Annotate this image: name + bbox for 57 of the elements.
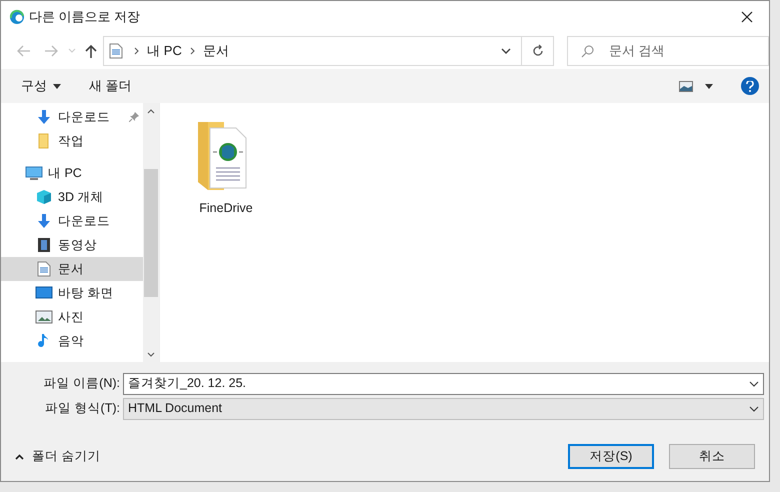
search-field[interactable]: 문서 검색 <box>567 36 770 66</box>
landscape-thumbnail-icon <box>679 80 693 92</box>
refresh-button[interactable] <box>522 36 554 66</box>
file-type-dropdown[interactable]: HTML Document <box>123 398 764 420</box>
chevron-down-icon[interactable] <box>147 352 155 357</box>
computer-icon <box>25 165 43 181</box>
chevron-icon <box>134 46 140 54</box>
document-icon <box>37 261 51 277</box>
sidebar-item[interactable]: 동영상 <box>1 233 143 257</box>
chevron-down-icon <box>501 48 512 54</box>
sidebar-item[interactable]: 다운로드 <box>1 105 143 129</box>
sidebar-item[interactable]: 사진 <box>1 305 143 329</box>
address-bar[interactable]: 내 PC 문서 <box>103 36 522 66</box>
forward-arrow-icon <box>44 44 58 56</box>
caret-down-icon <box>705 84 713 88</box>
search-icon <box>581 44 594 58</box>
caret-down-icon <box>53 84 61 88</box>
question-mark-icon <box>746 80 754 92</box>
dialog-button[interactable]: 취소 <box>669 444 755 469</box>
sidebar-item[interactable]: 문서 <box>1 257 143 281</box>
up-arrow-icon <box>84 44 97 58</box>
sidebar-item[interactable]: 다운로드 <box>1 209 143 233</box>
filename-field[interactable]: 즐겨찾기_20. 12. 25. <box>123 372 764 394</box>
chevron-down-icon <box>68 48 76 54</box>
download-arrow-icon <box>36 109 52 125</box>
sidebar-item[interactable]: 음악 <box>1 329 143 353</box>
desktop-icon <box>35 285 53 301</box>
breadcrumb-item[interactable]: 내 PC <box>147 40 182 60</box>
scrollbar-thumb[interactable] <box>144 169 158 297</box>
app-logo-icon <box>9 8 25 24</box>
help-button[interactable] <box>741 77 759 95</box>
chevron-up-icon <box>15 454 24 460</box>
chevron-up-icon[interactable] <box>147 109 155 114</box>
back-arrow-icon <box>17 44 32 56</box>
new-folder-button[interactable]: 새 폴더 <box>83 73 138 99</box>
document-icon <box>109 42 124 58</box>
organize-button[interactable]: 구성 <box>13 73 69 99</box>
dialog-button[interactable]: 저장(S) <box>568 444 654 469</box>
photo-icon <box>35 309 53 325</box>
sidebar-item[interactable]: 작업 <box>1 129 143 153</box>
chevron-icon <box>190 46 195 54</box>
sidebar-item[interactable]: 바탕 화면 <box>1 281 143 305</box>
breadcrumb-item[interactable]: 문서 <box>202 40 229 60</box>
cube-icon <box>36 189 52 205</box>
field-label: 파일 이름(N): <box>42 375 121 392</box>
window-title: 다른 이름으로 저장 <box>29 8 140 26</box>
film-icon <box>36 237 52 253</box>
field-label: 파일 형식(T): <box>44 400 121 418</box>
file-name[interactable]: FineDrive <box>199 199 253 218</box>
sidebar-item[interactable]: 3D 개체 <box>1 185 143 209</box>
chevron-down-icon <box>749 406 759 412</box>
close-icon <box>741 10 753 22</box>
refresh-icon <box>532 44 544 57</box>
chevron-down-icon <box>749 380 759 386</box>
hide-folders-button[interactable]: 폴더 숨기기 <box>15 447 100 466</box>
sidebar-item[interactable]: 내 PC <box>1 161 143 185</box>
download-arrow-icon <box>36 213 52 229</box>
